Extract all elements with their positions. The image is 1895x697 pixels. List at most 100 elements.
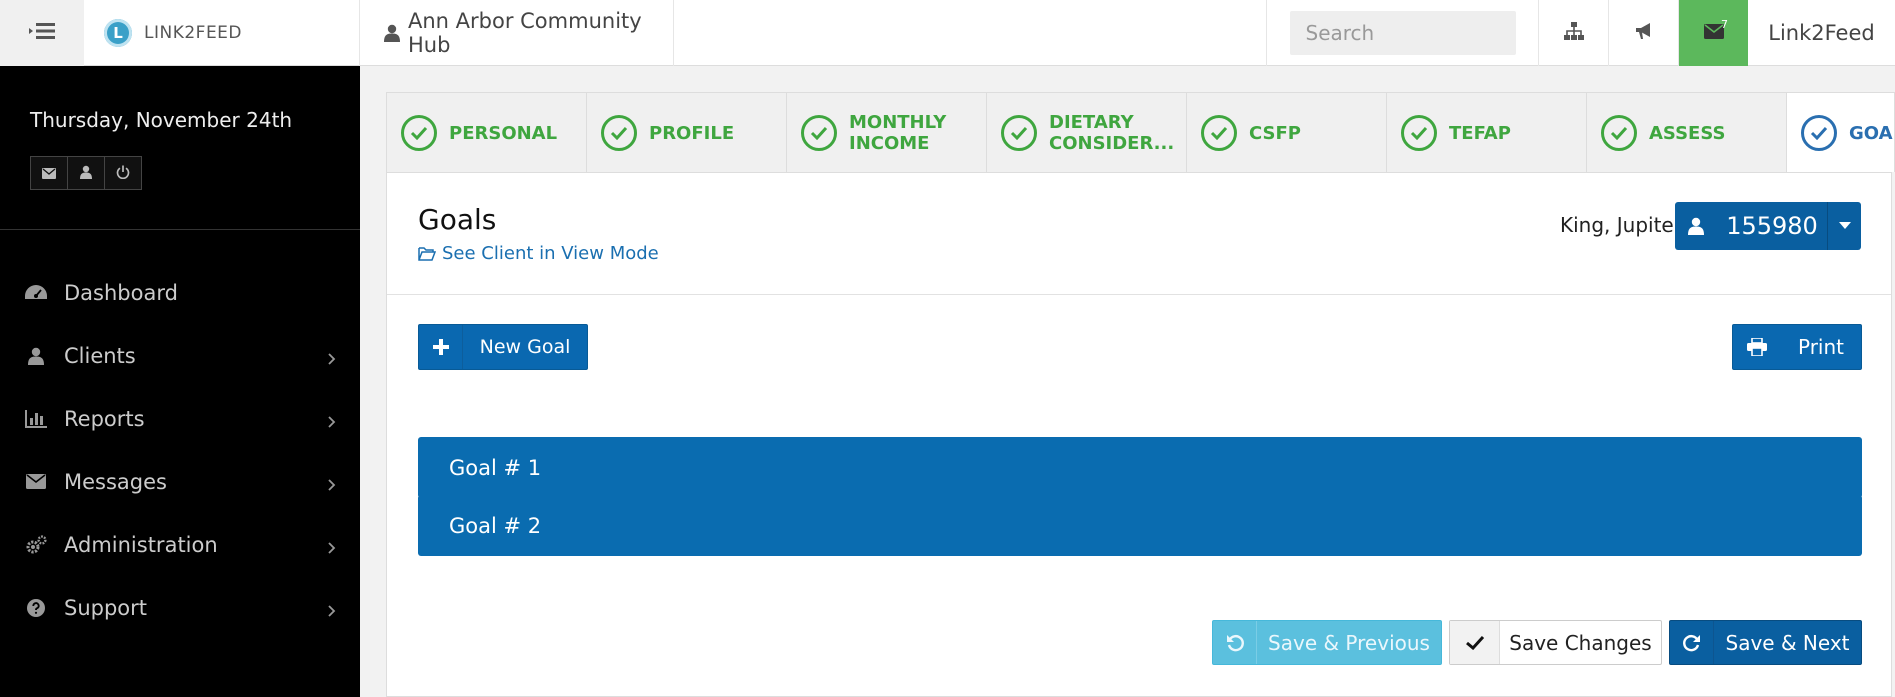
tab-label: DIETARY CONSIDER... [1049, 112, 1175, 154]
question-circle-icon [24, 598, 48, 617]
goal-accordion-item[interactable]: Goal # 1 [418, 437, 1862, 498]
sidebar-item-label: Support [64, 595, 148, 620]
tab-goals[interactable]: GOA [1787, 93, 1894, 172]
user-icon [24, 347, 48, 365]
check-circle-icon [1401, 115, 1437, 151]
tab-monthly-income[interactable]: MONTHLY INCOME [787, 93, 987, 172]
tab-profile[interactable]: PROFILE [587, 93, 787, 172]
save-previous-button[interactable]: Save & Previous [1212, 620, 1442, 665]
tab-label: GOA [1849, 122, 1893, 144]
sidebar-item-label: Clients [64, 343, 136, 368]
plus-icon [419, 325, 463, 369]
power-icon [116, 164, 130, 183]
caret-down-icon[interactable] [1827, 202, 1861, 250]
goal-accordion-item[interactable]: Goal # 2 [418, 495, 1862, 556]
check-circle-icon [1001, 115, 1037, 151]
sidebar-item-dashboard[interactable]: Dashboard [0, 261, 360, 324]
tab-label: PROFILE [649, 122, 735, 144]
redo-icon [1670, 621, 1714, 664]
client-id: 155980 [1726, 212, 1818, 240]
chevron-right-icon [328, 535, 336, 559]
sidebar-item-administration[interactable]: Administration [0, 513, 360, 576]
sidebar: Thursday, November 24th Dashboard Client… [0, 66, 360, 697]
sidebar-item-reports[interactable]: Reports [0, 387, 360, 450]
sidebar-divider [0, 229, 360, 230]
top-navbar: L LINK2FEED Ann Arbor Community Hub 7 Li… [0, 0, 1895, 66]
search-input[interactable] [1289, 11, 1516, 55]
cogs-icon [24, 534, 48, 555]
tab-personal[interactable]: PERSONAL [387, 93, 587, 172]
user-icon [1675, 202, 1717, 250]
chevron-right-icon [328, 598, 336, 622]
user-icon [384, 24, 400, 42]
print-button[interactable]: Print [1732, 324, 1862, 370]
sitemap-button[interactable] [1538, 0, 1608, 66]
app-logo[interactable]: L LINK2FEED [84, 0, 360, 66]
organization-selector[interactable]: Ann Arbor Community Hub [360, 0, 674, 66]
sidebar-item-label: Administration [64, 532, 218, 557]
save-previous-label: Save & Previous [1268, 630, 1430, 655]
messages-count-badge: 7 [1721, 18, 1728, 31]
tab-label: MONTHLY INCOME [849, 112, 947, 154]
undo-icon [1213, 621, 1257, 664]
check-circle-icon [601, 115, 637, 151]
bullhorn-icon [1634, 22, 1654, 44]
new-goal-label: New Goal [479, 336, 571, 358]
tab-dietary-considerations[interactable]: DIETARY CONSIDER... [987, 93, 1187, 172]
sidebar-item-label: Messages [64, 469, 167, 494]
sidebar-quick-actions [30, 156, 142, 190]
tab-csfp[interactable]: CSFP [1187, 93, 1387, 172]
goal-title: Goal # 1 [449, 455, 542, 480]
sidebar-item-clients[interactable]: Clients [0, 324, 360, 387]
logo-text: LINK2FEED [144, 23, 243, 43]
goal-title: Goal # 2 [449, 513, 542, 538]
chevron-right-icon [328, 346, 336, 370]
check-circle-icon [1801, 115, 1837, 151]
view-mode-link[interactable]: See Client in View Mode [418, 243, 659, 264]
check-circle-icon [401, 115, 437, 151]
sidebar-item-label: Dashboard [64, 280, 178, 305]
check-circle-icon [801, 115, 837, 151]
intake-steps-tabs: PERSONAL PROFILE MONTHLY INCOME DIETARY … [386, 92, 1895, 172]
tab-tefap[interactable]: TEFAP [1387, 93, 1587, 172]
save-next-button[interactable]: Save & Next [1669, 620, 1862, 665]
quick-messages-button[interactable] [30, 156, 68, 190]
sidebar-item-support[interactable]: Support [0, 576, 360, 639]
logo-icon: L [104, 19, 132, 47]
save-next-label: Save & Next [1725, 630, 1850, 655]
goals-panel: Goals See Client in View Mode King, Jupi… [386, 172, 1892, 697]
announcements-button[interactable] [1608, 0, 1678, 66]
envelope-icon [42, 164, 56, 183]
menu-collapse-icon [29, 22, 55, 44]
search-container [1266, 0, 1538, 66]
user-menu[interactable]: Link2Feed [1748, 0, 1895, 66]
tab-assess[interactable]: ASSESS [1587, 93, 1787, 172]
print-icon [1733, 325, 1781, 369]
tab-label: TEFAP [1449, 122, 1511, 144]
chevron-right-icon [328, 409, 336, 433]
tab-label: PERSONAL [449, 122, 558, 144]
messages-button[interactable]: 7 [1678, 0, 1748, 66]
envelope-icon [24, 474, 48, 489]
sidebar-item-label: Reports [64, 406, 145, 431]
save-changes-button[interactable]: Save Changes [1449, 620, 1662, 665]
logout-button[interactable] [104, 156, 142, 190]
user-name: Link2Feed [1768, 21, 1875, 45]
organization-name: Ann Arbor Community Hub [408, 9, 642, 57]
tab-label: CSFP [1249, 122, 1301, 144]
dashboard-icon [24, 284, 48, 301]
print-label: Print [1797, 335, 1844, 359]
sidebar-item-messages[interactable]: Messages [0, 450, 360, 513]
sitemap-icon [1563, 22, 1584, 44]
new-goal-button[interactable]: New Goal [418, 324, 588, 370]
sidebar-toggle-button[interactable] [0, 0, 84, 66]
client-id-dropdown[interactable]: 155980 [1675, 202, 1861, 250]
tab-label: ASSESS [1649, 122, 1726, 144]
bar-chart-icon [24, 409, 48, 428]
quick-profile-button[interactable] [67, 156, 105, 190]
page-title: Goals [418, 203, 497, 236]
current-date: Thursday, November 24th [30, 108, 293, 132]
panel-header: Goals See Client in View Mode King, Jupi… [387, 173, 1891, 295]
folder-open-icon [418, 246, 436, 261]
client-name: King, Jupiter [1560, 213, 1682, 237]
